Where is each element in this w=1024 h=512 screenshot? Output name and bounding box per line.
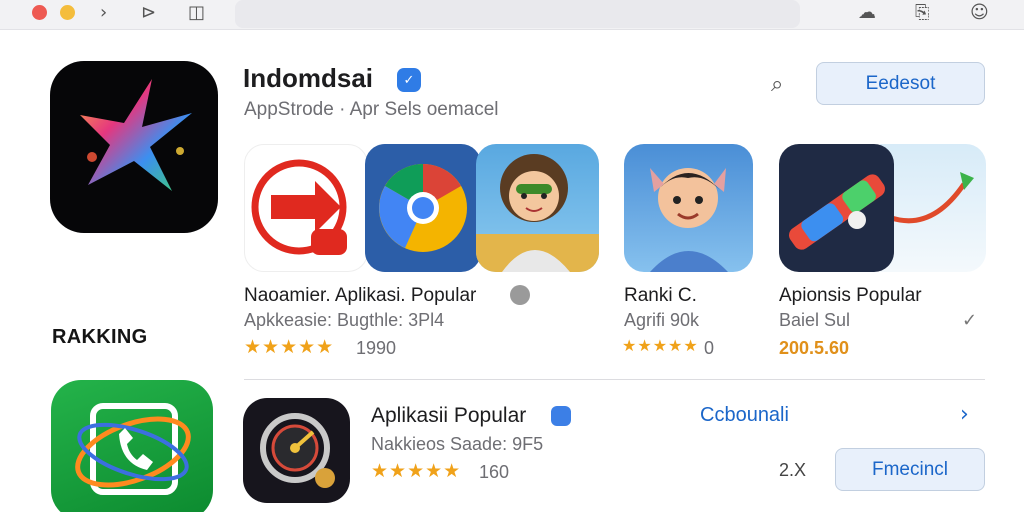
list-item-link[interactable]: Ccbounali	[700, 404, 789, 427]
featured-app-icon-5[interactable]	[779, 144, 894, 272]
featured-rating-3: 200.5.60	[779, 338, 850, 358]
app-title: Indomdsai	[243, 63, 374, 93]
star-logo-icon	[80, 79, 192, 191]
list-item-sub: Nakkieos Saade: 9F5	[371, 434, 544, 454]
featured-app-icon-4[interactable]	[624, 144, 753, 272]
app-subtitle: AppStrode · Apr Sels oemacel	[244, 99, 499, 120]
phone-app-icon[interactable]	[51, 380, 213, 512]
info-badge-icon	[510, 285, 530, 305]
app-icon	[50, 61, 218, 233]
search-icon[interactable]: ⌕	[771, 72, 783, 97]
sidebar-toggle-icon[interactable]: ◫	[188, 2, 205, 23]
cloud-icon[interactable]: ☁	[858, 2, 876, 23]
list-verified-badge-icon	[551, 406, 571, 426]
featured-app-icon-1[interactable]	[244, 144, 368, 272]
featured-stars-2: ★★★★★	[622, 336, 699, 355]
ranking-heading: RAKKING	[52, 326, 148, 348]
featured-app-5-background	[880, 144, 986, 272]
featured-app-name-2[interactable]: Ranki C.	[624, 285, 697, 307]
featured-app-name-3[interactable]: Apionsis Popular	[779, 285, 922, 307]
featured-stars-1: ★★★★★	[244, 336, 335, 358]
close-window-button[interactable]	[32, 5, 47, 20]
back-icon[interactable]: ›	[100, 2, 107, 23]
featured-app-icon-2[interactable]	[365, 144, 481, 272]
featured-app-name-1[interactable]: Naoamier. Aplikasi. Popular	[244, 285, 476, 307]
checkmark-icon[interactable]: ✓	[962, 310, 977, 331]
chevron-right-icon[interactable]: ›	[960, 402, 969, 427]
minimize-window-button[interactable]	[60, 5, 75, 20]
forward-icon[interactable]: ⊳	[141, 2, 156, 23]
list-item-get-button[interactable]: Fmecincl	[835, 448, 985, 491]
featured-app-icon-3[interactable]	[476, 144, 599, 272]
address-bar[interactable]	[235, 0, 800, 28]
chart-arrow-icon	[885, 172, 974, 224]
featured-app-sub-3: Baiel Sul	[779, 310, 851, 330]
list-item-rating: 160	[479, 462, 510, 482]
featured-app-sub-2: Agrifi 90k	[624, 310, 700, 330]
list-item-stars: ★★★★★	[371, 460, 462, 482]
arrow-badge-icon	[251, 159, 347, 255]
featured-app-sub-1: Apkkeasie: Bugthle: 3Pl4	[244, 310, 445, 330]
window-titlebar: › ⊳ ◫ ☁ ⎘ ☺	[0, 0, 1024, 30]
phone-icon	[75, 403, 191, 495]
cartoon-boy-icon	[650, 168, 728, 272]
get-button[interactable]: Eedesot	[816, 62, 985, 105]
section-divider	[244, 379, 985, 380]
featured-rating-2: 0	[704, 338, 715, 358]
list-item-name[interactable]: Aplikasii Popular	[371, 404, 526, 428]
verified-badge-icon: ✓	[397, 68, 421, 92]
gauge-icon	[260, 413, 335, 488]
account-icon[interactable]: ☺	[970, 2, 989, 23]
share-icon[interactable]: ⎘	[915, 2, 929, 23]
list-item-count: 2.X	[779, 460, 807, 480]
cartoon-girl-icon	[476, 154, 599, 272]
ruler-tool-icon	[789, 174, 885, 250]
list-item-app-icon[interactable]	[243, 398, 350, 503]
featured-rating-1: 1990	[356, 338, 397, 358]
browser-icon	[379, 164, 467, 252]
